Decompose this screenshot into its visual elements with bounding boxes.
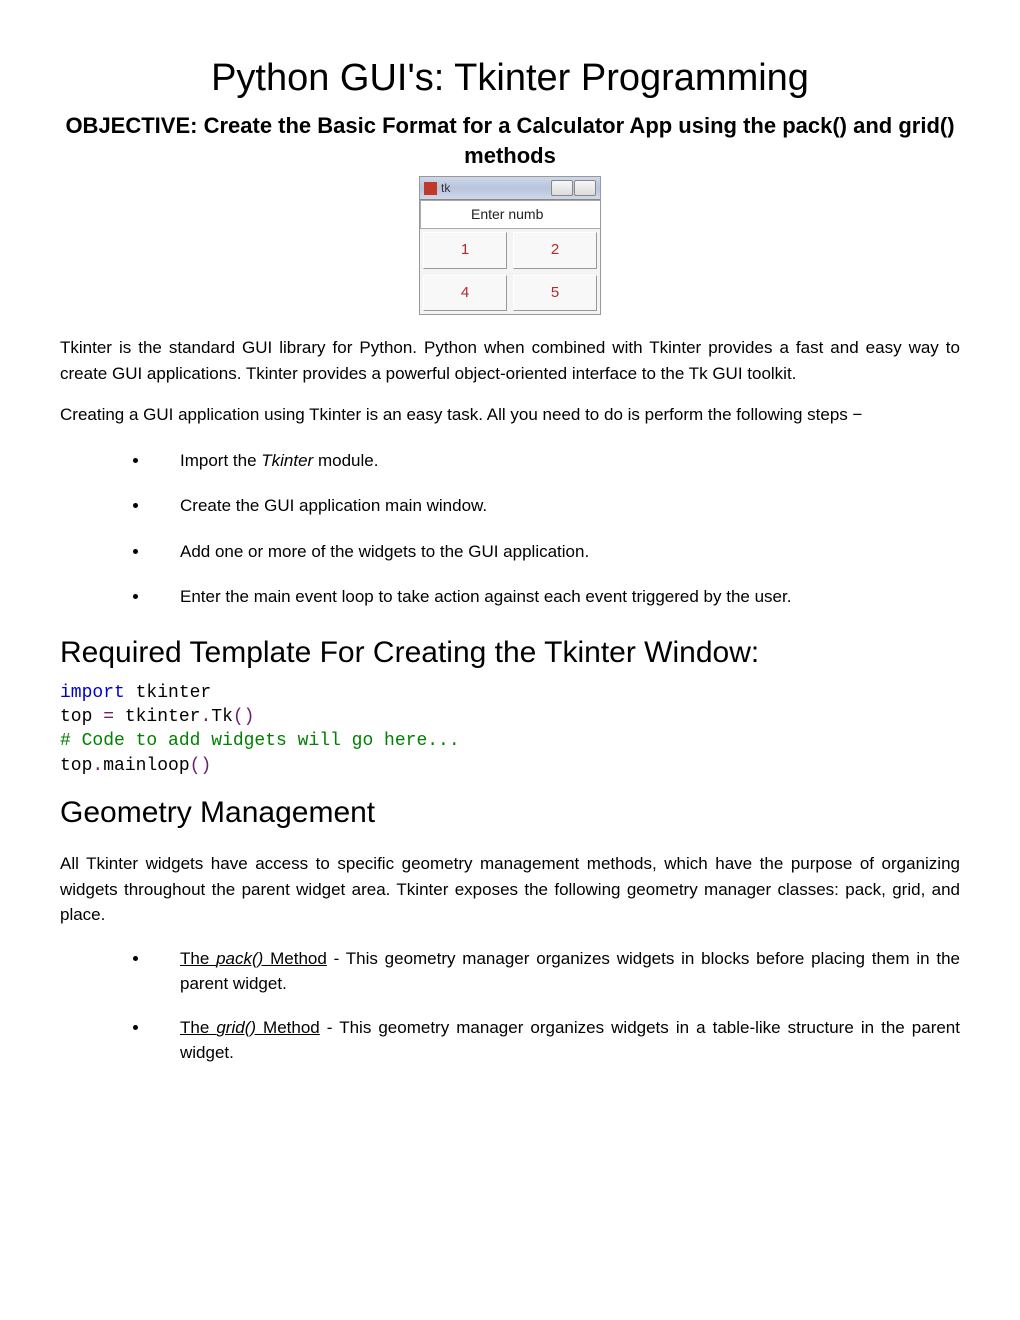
tk-titlebar: tk	[420, 177, 600, 200]
code-l4c: mainloop	[103, 756, 189, 776]
maximize-icon	[574, 180, 596, 196]
step-item-4: Enter the main event loop to take action…	[150, 584, 960, 610]
code-l4a: top	[60, 756, 92, 776]
template-heading: Required Template For Creating the Tkint…	[60, 630, 960, 675]
tk-window: tk Enter numb 1 2 4 5	[419, 176, 601, 315]
tk-button-grid: 1 2 4 5	[420, 229, 600, 314]
geometry-heading: Geometry Management	[60, 790, 960, 835]
geometry-intro: All Tkinter widgets have access to speci…	[60, 851, 960, 928]
tk-button-1: 1	[423, 232, 507, 269]
tk-button-2: 2	[513, 232, 597, 269]
tk-button-5: 5	[513, 275, 597, 312]
grid-pre: The	[180, 1018, 216, 1037]
code-l4d: ()	[190, 756, 212, 776]
step-item-3: Add one or more of the widgets to the GU…	[150, 539, 960, 565]
tk-app-icon	[424, 182, 437, 195]
grid-method-link[interactable]: The grid() Method	[180, 1018, 320, 1037]
code-l1b: tkinter	[125, 683, 211, 703]
tk-screenshot: tk Enter numb 1 2 4 5	[60, 176, 960, 315]
minimize-icon	[551, 180, 573, 196]
code-comment: # Code to add widgets will go here...	[60, 731, 460, 751]
tk-window-title: tk	[441, 179, 450, 197]
tk-body: Enter numb 1 2 4 5	[420, 200, 600, 314]
steps-list: Import the Tkinter module. Create the GU…	[60, 448, 960, 610]
code-l2e: Tk	[211, 707, 233, 727]
pack-em: pack()	[216, 949, 263, 968]
geom-item-pack: The pack() Method - This geometry manage…	[150, 946, 960, 997]
tk-window-controls	[550, 180, 596, 196]
intro-paragraph-1: Tkinter is the standard GUI library for …	[60, 335, 960, 386]
geometry-list: The pack() Method - This geometry manage…	[60, 946, 960, 1066]
pack-post: Method	[263, 949, 327, 968]
step-1-em: Tkinter	[261, 451, 313, 470]
code-block: import tkinter top = tkinter.Tk() # Code…	[60, 681, 960, 778]
geom-item-grid: The grid() Method - This geometry manage…	[150, 1015, 960, 1066]
code-l2b: =	[103, 707, 114, 727]
step-1-post: module.	[313, 451, 378, 470]
intro-paragraph-2: Creating a GUI application using Tkinter…	[60, 402, 960, 428]
code-kw-import: import	[60, 683, 125, 703]
code-l2d: .	[200, 707, 211, 727]
grid-em: grid()	[216, 1018, 256, 1037]
step-item-2: Create the GUI application main window.	[150, 493, 960, 519]
pack-pre: The	[180, 949, 216, 968]
step-1-pre: Import the	[180, 451, 261, 470]
grid-post: Method	[256, 1018, 320, 1037]
tk-entry-field: Enter numb	[420, 200, 600, 229]
tk-button-4: 4	[423, 275, 507, 312]
objective-heading: OBJECTIVE: Create the Basic Format for a…	[60, 111, 960, 170]
code-l2f: ()	[233, 707, 255, 727]
code-l4b: .	[92, 756, 103, 776]
page-title: Python GUI's: Tkinter Programming	[60, 50, 960, 107]
step-item-1: Import the Tkinter module.	[150, 448, 960, 474]
code-l2c: tkinter	[114, 707, 200, 727]
code-l2a: top	[60, 707, 103, 727]
pack-method-link[interactable]: The pack() Method	[180, 949, 327, 968]
